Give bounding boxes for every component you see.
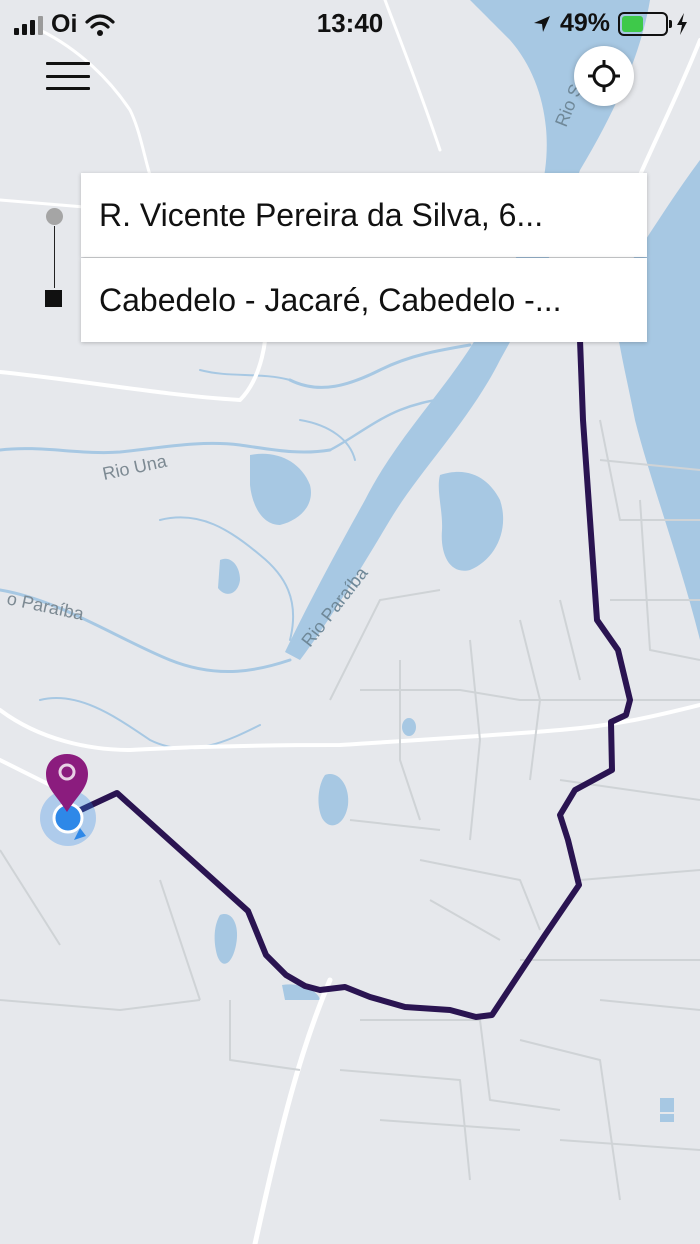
carrier-name: Oi bbox=[51, 10, 78, 38]
charging-bolt-icon bbox=[677, 12, 687, 35]
pickup-address-field[interactable]: R. Vicente Pereira da Silva, 6... bbox=[81, 173, 647, 257]
route-connector bbox=[40, 200, 70, 312]
battery-icon bbox=[618, 11, 672, 36]
location-arrow-icon bbox=[533, 15, 550, 32]
locate-me-button[interactable] bbox=[574, 46, 634, 106]
hamburger-menu-icon bbox=[46, 62, 90, 65]
battery-percent: 49% bbox=[559, 9, 610, 37]
status-bar: Oi 13:40 49% bbox=[0, 0, 700, 46]
destination-address-field[interactable]: Cabedelo - Jacaré, Cabedelo -... bbox=[81, 258, 647, 342]
status-right: 49% bbox=[532, 9, 688, 38]
wifi-icon bbox=[85, 13, 116, 36]
menu-button[interactable] bbox=[46, 56, 90, 96]
battery-level-fill bbox=[622, 15, 643, 32]
status-left: Oi bbox=[14, 10, 116, 39]
pickup-dot-icon bbox=[46, 208, 63, 225]
destination-address-text: Cabedelo - Jacaré, Cabedelo -... bbox=[99, 281, 562, 318]
signal-bars-icon bbox=[14, 15, 43, 35]
pickup-address-text: R. Vicente Pereira da Silva, 6... bbox=[99, 196, 544, 233]
destination-square-icon bbox=[45, 290, 62, 307]
connector-line bbox=[54, 226, 55, 288]
crosshair-locate-icon bbox=[588, 60, 620, 92]
